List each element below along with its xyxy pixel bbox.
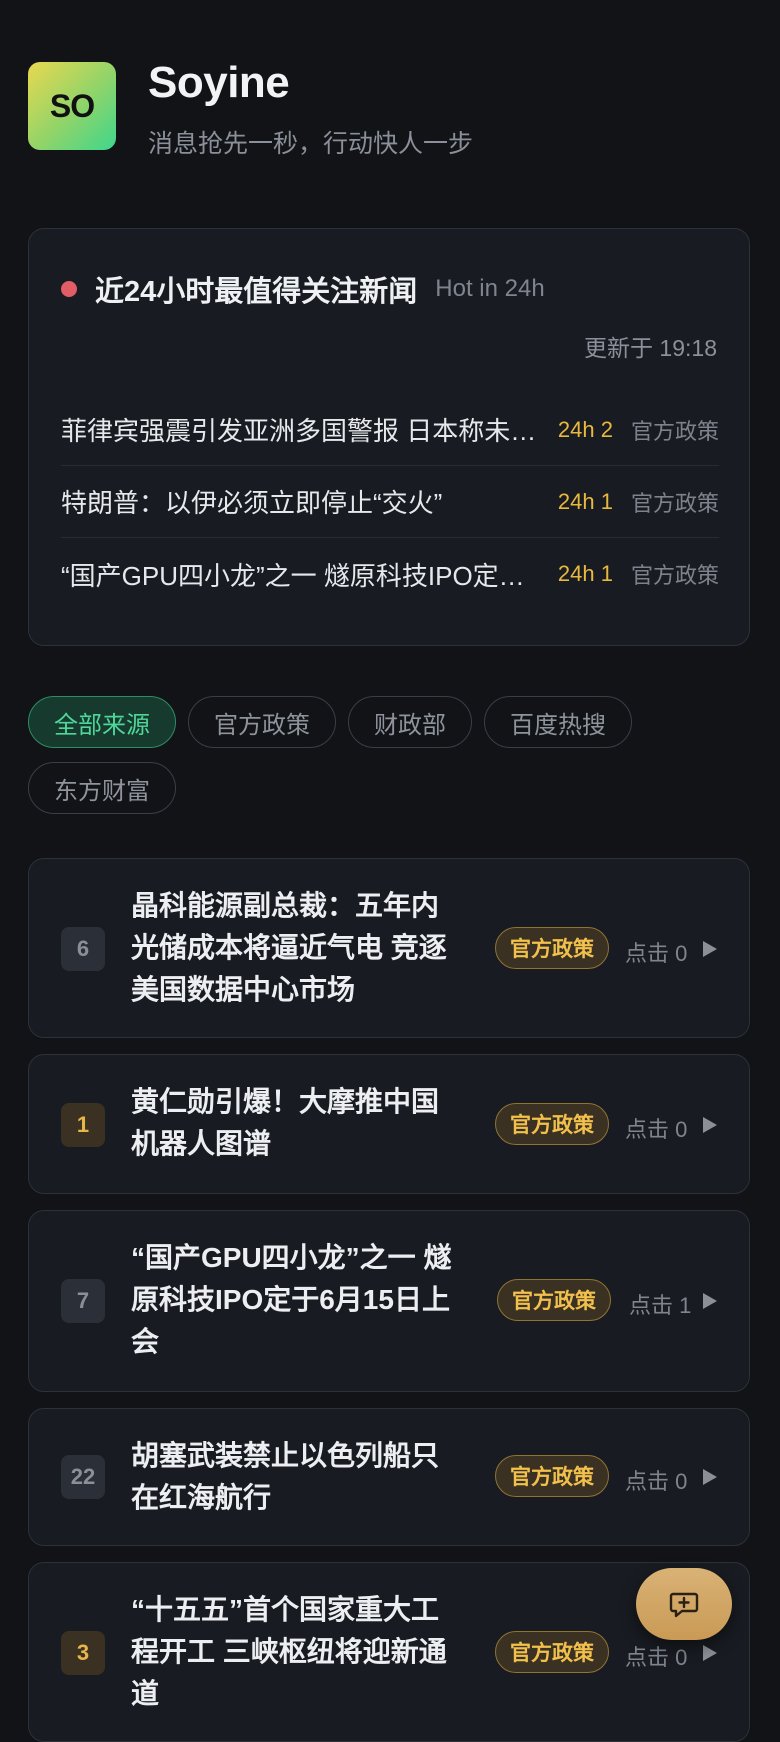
category-tag: 官方政策 [495,1455,609,1497]
rank-badge: 3 [61,1631,105,1675]
hot-news-card: 近24小时最值得关注新闻 Hot in 24h 更新于 19:18 菲律宾强震引… [28,228,750,646]
play-icon[interactable] [703,1117,717,1133]
filter-chip-baidu-hot[interactable]: 百度热搜 [484,696,632,748]
hot-news-title: “国产GPU四小龙”之一 燧原科技IPO定于6月15日上会 [61,560,558,591]
hot-news-count: 24h 1 [557,488,613,514]
hot-news-list: 菲律宾强震引发亚洲多国警报 日本称未遭受海啸影响 24h 2 官方政策 特朗普：… [61,394,719,610]
filter-chip-official-policy[interactable]: 官方政策 [188,696,336,748]
news-card[interactable]: 6 晶科能源副总裁：五年内光储成本将逼近气电 竞逐美国数据中心市场 官方政策 点… [28,858,750,1038]
click-count: 点击 0 [625,941,688,966]
hot-news-title: 菲律宾强震引发亚洲多国警报 日本称未遭受海啸影响 [61,416,558,446]
hot-news-count: 24h 2 [557,416,613,442]
news-title: 晶科能源副总裁：五年内光储成本将逼近气电 竞逐美国数据中心市场 [131,890,447,1005]
rank-badge: 6 [61,927,105,971]
hot-subtitle: Hot in 24h [435,275,545,302]
category-tag: 官方政策 [495,927,609,969]
news-title: “国产GPU四小龙”之一 燧原科技IPO定于6月15日上会 [131,1242,452,1357]
update-time: 更新于 19:18 [584,335,717,361]
play-icon[interactable] [703,941,717,957]
news-title: 胡塞武装禁止以色列船只在红海航行 [131,1440,440,1513]
hot-news-category: 官方政策 [630,418,719,444]
click-count: 点击 0 [625,1117,688,1142]
hot-news-item[interactable]: “国产GPU四小龙”之一 燧原科技IPO定于6月15日上会 24h 1 官方政策 [61,538,719,610]
filter-chip-all[interactable]: 全部来源 [28,696,176,748]
rank-badge: 1 [61,1103,105,1147]
play-icon[interactable] [703,1469,717,1485]
play-icon[interactable] [703,1293,717,1309]
compose-fab-button[interactable] [636,1568,732,1640]
hot-title: 近24小时最值得关注新闻 [95,276,418,308]
hot-news-category: 官方政策 [630,490,719,516]
hot-title-row: 近24小时最值得关注新闻 Hot in 24h [61,269,545,309]
message-plus-icon [669,1592,699,1618]
filter-chip-ministry-of-finance[interactable]: 财政部 [348,696,472,748]
category-tag: 官方政策 [495,1103,609,1145]
live-dot-icon [61,281,77,297]
play-icon[interactable] [703,1645,717,1661]
hot-news-category: 官方政策 [630,563,719,588]
news-card[interactable]: 1 黄仁勋引爆！大摩推中国机器人图谱 官方政策 点击 0 [28,1054,750,1194]
rank-badge: 22 [61,1455,105,1499]
hot-news-item[interactable]: 特朗普：以伊必须立即停止“交火” 24h 1 官方政策 [61,466,719,538]
tagline: 消息抢先一秒，行动快人一步 [148,130,474,158]
app-logo: SO [28,62,116,150]
click-count: 点击 0 [625,1469,688,1494]
app-header: SO Soyine 消息抢先一秒，行动快人一步 [28,58,752,162]
news-card[interactable]: 22 胡塞武装禁止以色列船只在红海航行 官方政策 点击 0 [28,1408,750,1546]
click-count: 点击 1 [629,1293,692,1318]
hot-news-item[interactable]: 菲律宾强震引发亚洲多国警报 日本称未遭受海啸影响 24h 2 官方政策 [61,394,719,466]
news-title: 黄仁勋引爆！大摩推中国机器人图谱 [131,1086,440,1159]
hot-news-title: 特朗普：以伊必须立即停止“交火” [61,488,443,518]
click-count: 点击 0 [625,1645,688,1670]
hot-news-count: 24h 1 [557,561,613,586]
news-title: “十五五”首个国家重大工程开工 三峡枢纽将迎新通道 [131,1594,447,1709]
category-tag: 官方政策 [495,1631,609,1673]
filter-chip-eastmoney[interactable]: 东方财富 [28,762,176,814]
rank-badge: 7 [61,1279,105,1323]
brand-name: Soyine [148,58,290,107]
category-tag: 官方政策 [497,1279,611,1321]
news-card[interactable]: 7 “国产GPU四小龙”之一 燧原科技IPO定于6月15日上会 官方政策 点击 … [28,1210,750,1392]
